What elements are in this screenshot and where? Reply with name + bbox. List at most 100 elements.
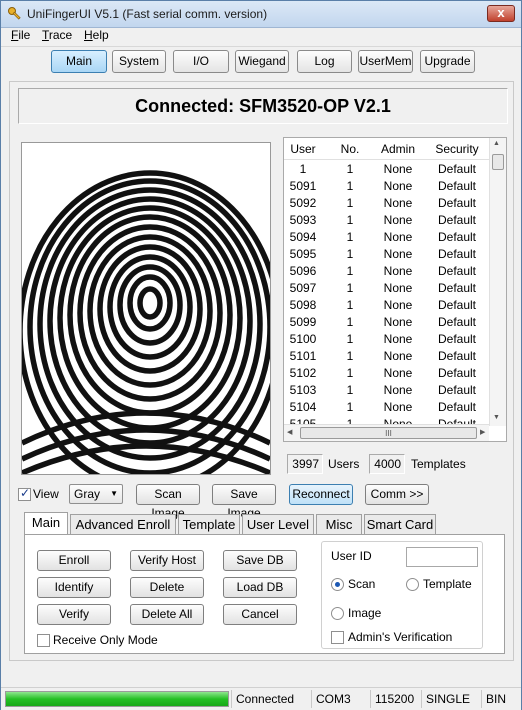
table-row[interactable]: 5097 1 None Default bbox=[284, 280, 489, 297]
menu-help[interactable]: Help bbox=[84, 28, 109, 42]
table-cell: 1 bbox=[346, 332, 354, 346]
table-row[interactable]: 5104 1 None Default bbox=[284, 399, 489, 416]
admin-verification-label: Admin's Verification bbox=[348, 630, 453, 644]
table-cell: 1 bbox=[346, 298, 354, 312]
table-row[interactable]: 5095 1 None Default bbox=[284, 246, 489, 263]
delete-button[interactable]: Delete bbox=[130, 577, 204, 598]
comm-button[interactable]: Comm >> bbox=[365, 484, 429, 505]
table-cell: 5098 bbox=[289, 298, 317, 312]
col-user[interactable]: User bbox=[284, 142, 322, 156]
receive-only-checkbox[interactable] bbox=[37, 634, 50, 647]
tab-main[interactable]: Main bbox=[24, 512, 68, 534]
table-cell: 1 bbox=[346, 349, 354, 363]
toolbar-main-button[interactable]: Main bbox=[51, 50, 107, 73]
table-row[interactable]: 5092 1 None Default bbox=[284, 195, 489, 212]
table-cell: 5099 bbox=[289, 315, 317, 329]
col-no[interactable]: No. bbox=[332, 142, 368, 156]
table-row[interactable]: 5100 1 None Default bbox=[284, 331, 489, 348]
save-image-button[interactable]: Save Image bbox=[212, 484, 276, 520]
tab-advanced-enroll[interactable]: Advanced Enroll bbox=[70, 514, 176, 534]
table-row[interactable]: 5098 1 None Default bbox=[284, 297, 489, 314]
image-label: Image bbox=[348, 606, 382, 620]
scroll-up-icon[interactable]: ▲ bbox=[493, 140, 500, 147]
table-cell: None bbox=[383, 213, 413, 227]
toolbar-io-button[interactable]: I/O bbox=[173, 50, 229, 73]
status-mode: SINGLE bbox=[421, 690, 481, 708]
vertical-scrollbar[interactable]: ▲ ▼ bbox=[489, 138, 506, 426]
save-db-button[interactable]: Save DB bbox=[223, 550, 297, 571]
table-cell: Default bbox=[437, 247, 477, 261]
col-admin[interactable]: Admin bbox=[376, 142, 420, 156]
table-cell: Default bbox=[437, 332, 477, 346]
table-row[interactable]: 5101 1 None Default bbox=[284, 348, 489, 365]
table-row[interactable]: 5093 1 None Default bbox=[284, 212, 489, 229]
col-security[interactable]: Security bbox=[428, 142, 486, 156]
identify-button[interactable]: Identify bbox=[37, 577, 111, 598]
toolbar-log-button[interactable]: Log bbox=[297, 50, 352, 73]
toolbar-system-button[interactable]: System bbox=[112, 50, 166, 73]
view-label: View bbox=[33, 487, 59, 501]
user-table[interactable]: User No. Admin Security 1 1 None Default 509… bbox=[283, 137, 507, 442]
menu-trace[interactable]: Trace bbox=[42, 28, 72, 42]
table-row[interactable]: 5094 1 None Default bbox=[284, 229, 489, 246]
tab-misc[interactable]: Misc bbox=[316, 514, 362, 534]
user-id-input[interactable] bbox=[406, 547, 478, 567]
table-row[interactable]: 5099 1 None Default bbox=[284, 314, 489, 331]
table-row[interactable]: 1 1 None Default bbox=[284, 161, 489, 178]
key-icon bbox=[8, 7, 21, 20]
color-select-value: Gray bbox=[74, 487, 101, 501]
template-label: Template bbox=[423, 577, 472, 591]
table-cell: Default bbox=[437, 230, 477, 244]
table-row[interactable]: 5091 1 None Default bbox=[284, 178, 489, 195]
tab-smart-card[interactable]: Smart Card bbox=[364, 514, 436, 534]
table-cell: Default bbox=[437, 315, 477, 329]
tab-template[interactable]: Template bbox=[178, 514, 240, 534]
table-cell: None bbox=[383, 196, 413, 210]
status-bar: Connected COM3 115200 SINGLE BIN bbox=[1, 687, 521, 710]
color-select[interactable]: Gray ▼ bbox=[69, 484, 123, 504]
table-cell: 5102 bbox=[289, 366, 317, 380]
load-db-button[interactable]: Load DB bbox=[223, 577, 297, 598]
delete-all-button[interactable]: Delete All bbox=[130, 604, 204, 625]
toolbar-wiegand-button[interactable]: Wiegand bbox=[235, 50, 289, 73]
verify-host-button[interactable]: Verify Host bbox=[130, 550, 204, 571]
image-radio[interactable] bbox=[331, 607, 344, 620]
table-row[interactable]: 5096 1 None Default bbox=[284, 263, 489, 280]
toolbar-usermem-button[interactable]: UserMem bbox=[358, 50, 413, 73]
scroll-right-icon[interactable]: ▶ bbox=[480, 428, 485, 436]
table-cell: 5092 bbox=[289, 196, 317, 210]
admin-verification-checkbox[interactable] bbox=[331, 631, 344, 644]
menu-file[interactable]: File bbox=[11, 28, 30, 42]
table-cell: None bbox=[383, 230, 413, 244]
verify-button[interactable]: Verify bbox=[37, 604, 111, 625]
cancel-button[interactable]: Cancel bbox=[223, 604, 297, 625]
tab-user-level[interactable]: User Level bbox=[242, 514, 314, 534]
table-cell: 1 bbox=[346, 247, 354, 261]
vertical-scroll-thumb[interactable] bbox=[492, 154, 504, 170]
table-cell: 1 bbox=[346, 162, 354, 176]
receive-only-label: Receive Only Mode bbox=[53, 633, 158, 647]
view-checkbox[interactable] bbox=[18, 486, 31, 501]
reconnect-button[interactable]: Reconnect bbox=[289, 484, 353, 505]
templates-label: Templates bbox=[411, 457, 466, 471]
scroll-down-icon[interactable]: ▼ bbox=[493, 414, 500, 421]
template-radio[interactable] bbox=[406, 578, 419, 591]
horizontal-scrollbar[interactable]: ◀ III ▶ bbox=[284, 424, 489, 441]
table-cell: None bbox=[383, 298, 413, 312]
close-button[interactable]: x bbox=[487, 5, 515, 22]
table-cell: Default bbox=[437, 179, 477, 193]
enroll-button[interactable]: Enroll bbox=[37, 550, 111, 571]
scan-radio[interactable] bbox=[331, 578, 344, 591]
table-cell: 1 bbox=[346, 213, 354, 227]
toolbar-upgrade-button[interactable]: Upgrade bbox=[420, 50, 475, 73]
scroll-left-icon[interactable]: ◀ bbox=[287, 428, 292, 436]
table-cell: 5095 bbox=[289, 247, 317, 261]
table-row[interactable]: 5103 1 None Default bbox=[284, 382, 489, 399]
scan-image-button[interactable]: Scan Image bbox=[136, 484, 200, 520]
table-cell: 5096 bbox=[289, 264, 317, 278]
table-row[interactable]: 5102 1 None Default bbox=[284, 365, 489, 382]
horizontal-scroll-thumb[interactable]: III bbox=[300, 427, 477, 439]
users-label: Users bbox=[328, 457, 360, 471]
chevron-down-icon: ▼ bbox=[110, 489, 118, 498]
table-cell: None bbox=[383, 162, 413, 176]
